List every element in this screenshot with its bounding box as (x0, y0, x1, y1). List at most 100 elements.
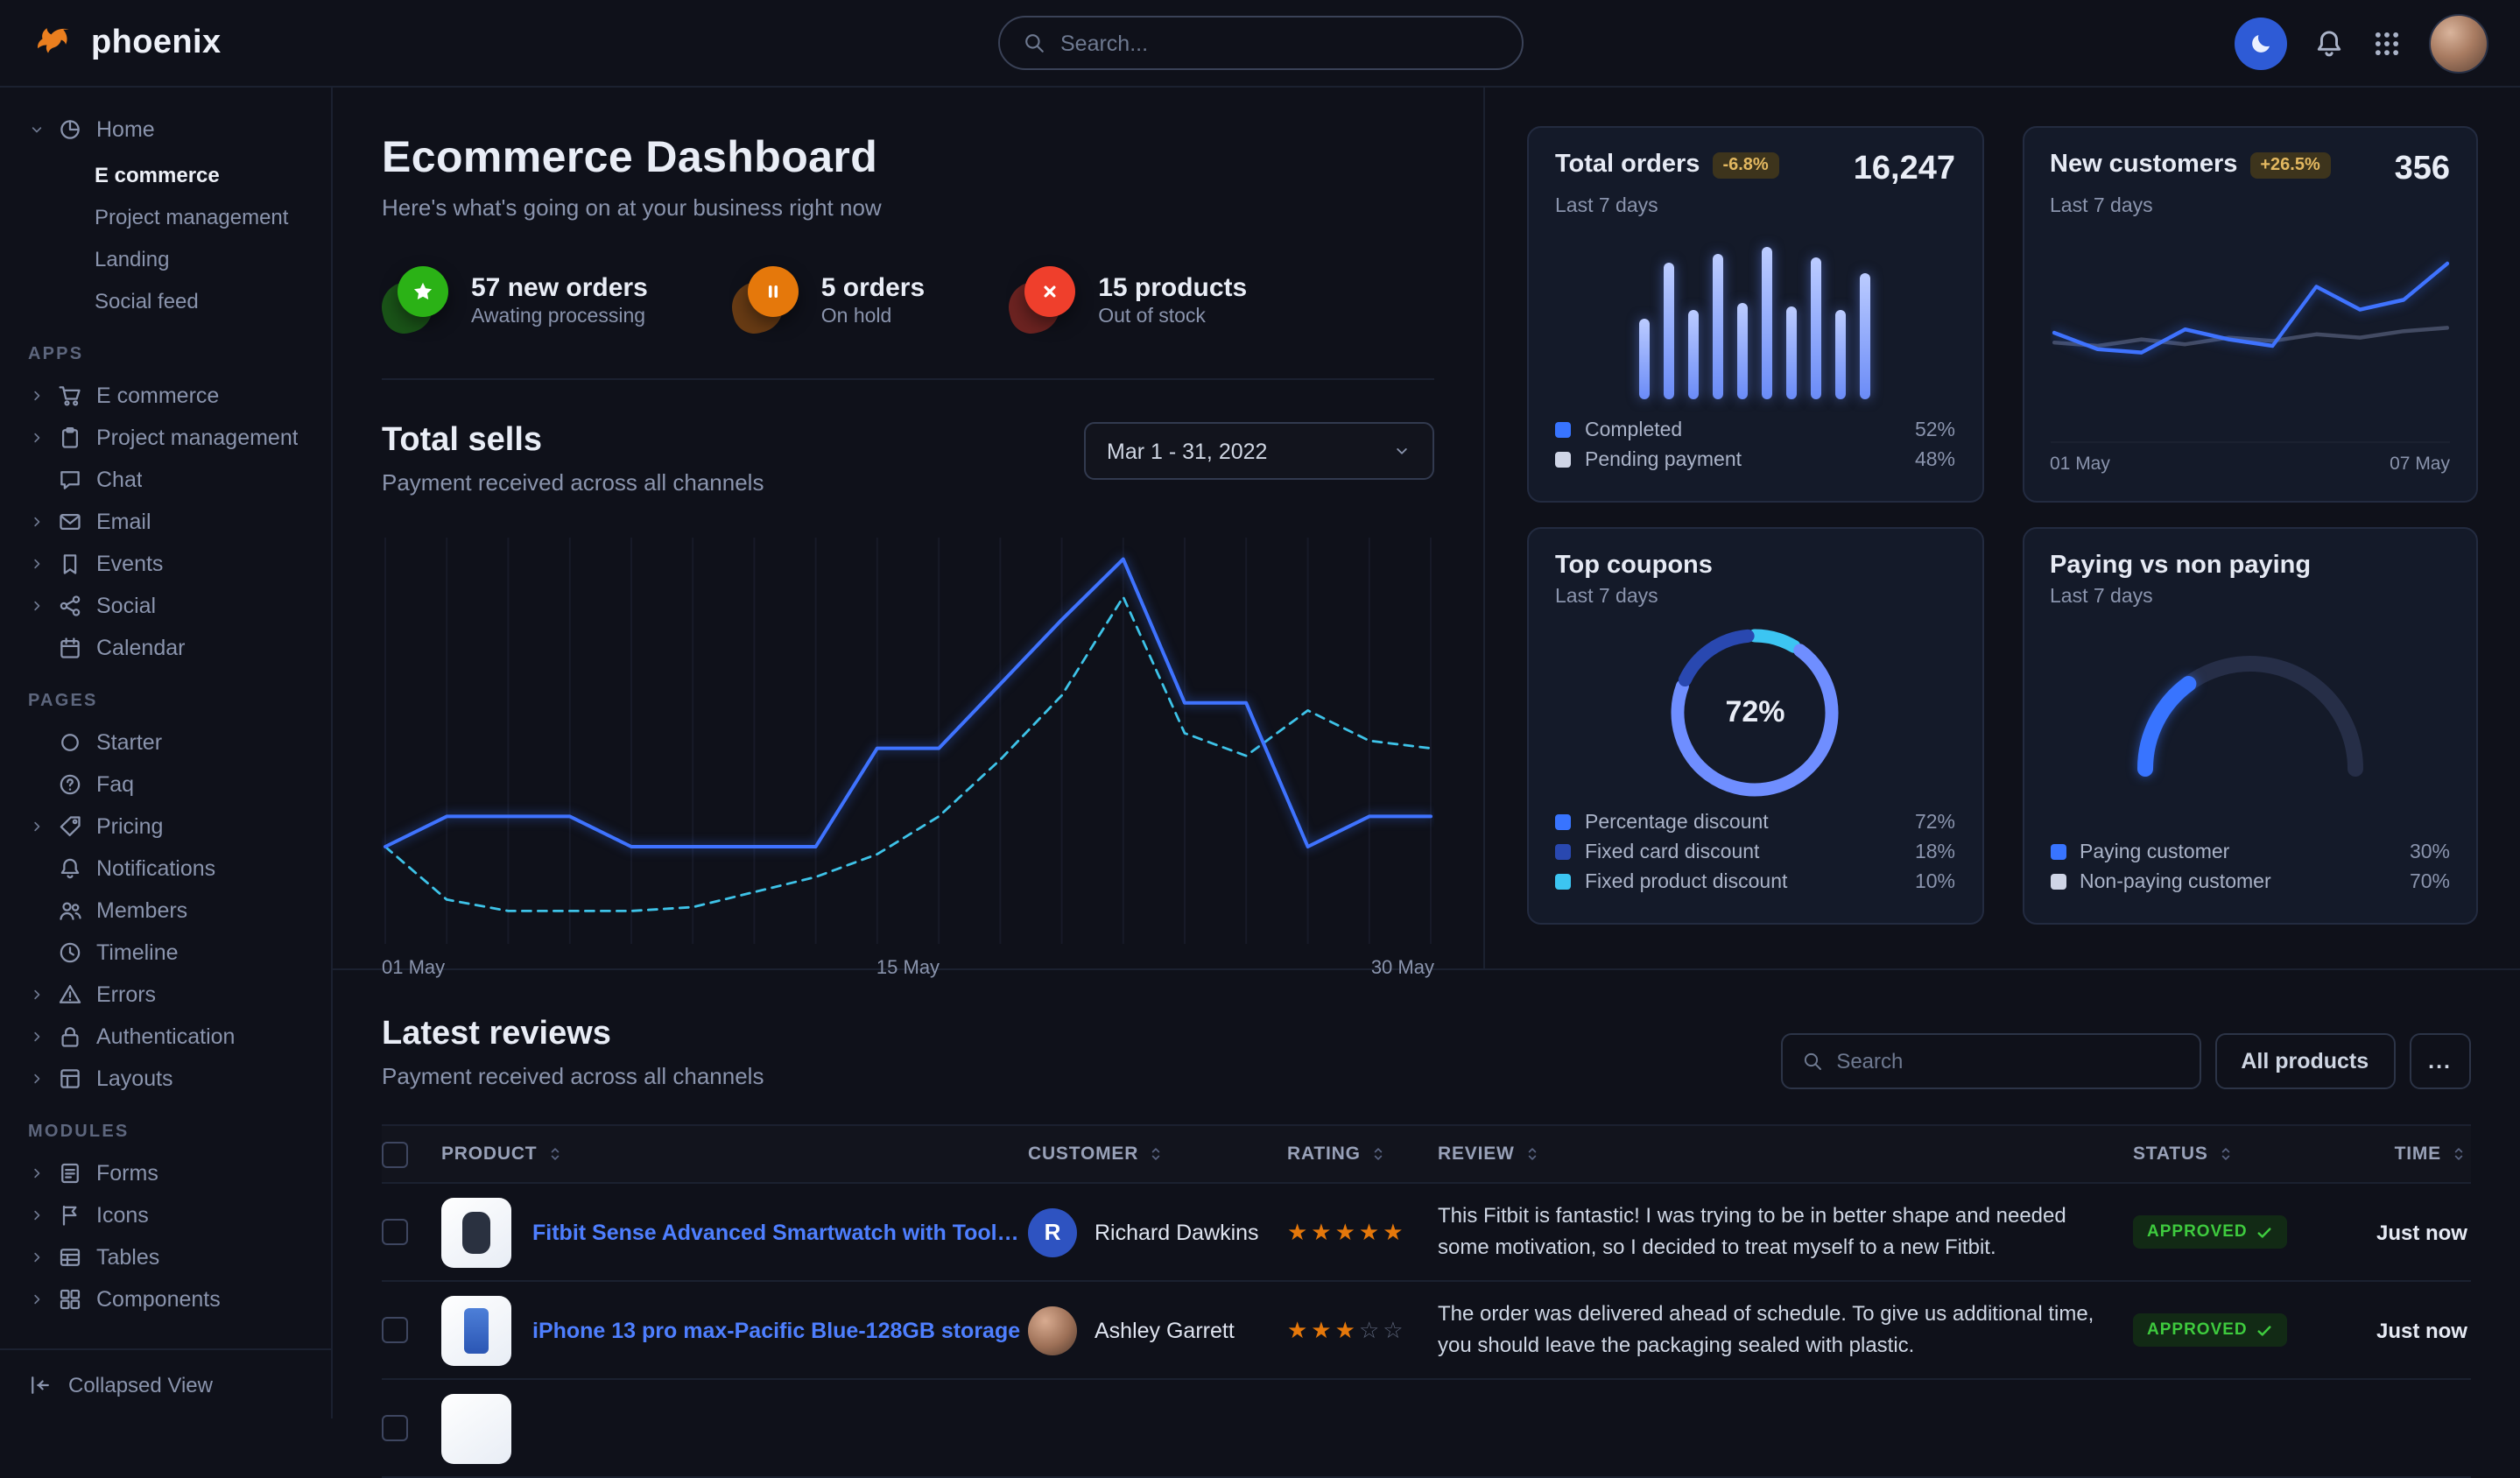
search-input[interactable] (1060, 31, 1498, 55)
x-icon (1009, 266, 1075, 333)
card-title: New customers (2050, 151, 2237, 179)
sidebar-item-layouts[interactable]: Layouts (28, 1058, 313, 1100)
sidebar-item-e-commerce[interactable]: E commerce (28, 375, 313, 417)
brand-logo[interactable]: phoenix (32, 21, 222, 65)
column-header-status[interactable]: STATUS (2133, 1144, 2208, 1165)
sidebar-item-tables[interactable]: Tables (28, 1236, 313, 1278)
row-checkbox[interactable] (382, 1317, 408, 1343)
sidebar-item-timeline[interactable]: Timeline (28, 932, 313, 974)
stat-value: 57 new orders (471, 272, 648, 302)
all-products-button[interactable]: All products (2214, 1033, 2395, 1089)
sidebar-item-landing[interactable]: Landing (95, 238, 313, 280)
sidebar-item-members[interactable]: Members (28, 890, 313, 932)
sidebar-nav: HomeE commerceProject managementLandingS… (0, 88, 331, 1348)
sidebar-item-chat[interactable]: Chat (28, 459, 313, 501)
sidebar-item-label: Social (96, 594, 156, 618)
sidebar-item-project-management[interactable]: Project management (28, 417, 313, 459)
paying-vs-nonpaying-card: Paying vs non paying Last 7 days Paying … (2022, 527, 2478, 925)
sort-icon[interactable] (1524, 1145, 1541, 1163)
sort-icon[interactable] (1369, 1145, 1387, 1163)
dashboard-left-column: Ecommerce Dashboard Here's what's going … (333, 88, 1483, 968)
collapse-view-button[interactable]: Collapsed View (0, 1348, 331, 1418)
clock-icon (58, 940, 82, 965)
sidebar-item-forms[interactable]: Forms (28, 1152, 313, 1194)
column-header-customer[interactable]: CUSTOMER (1028, 1144, 1138, 1165)
sidebar-item-home[interactable]: Home (28, 109, 313, 151)
spacer (28, 944, 46, 961)
spacer (28, 471, 46, 489)
sidebar-item-social-feed[interactable]: Social feed (95, 280, 313, 322)
notifications-bell-icon[interactable] (2313, 27, 2345, 59)
sidebar-item-authentication[interactable]: Authentication (28, 1016, 313, 1058)
date-range-value: Mar 1 - 31, 2022 (1107, 439, 1267, 463)
card-period: Last 7 days (1555, 196, 1955, 217)
row-checkbox[interactable] (382, 1219, 408, 1245)
sidebar-item-label: Chat (96, 468, 143, 492)
sidebar-item-label: Home (96, 117, 155, 142)
sidebar-item-label: Email (96, 510, 151, 534)
customer-name[interactable]: Ashley Garrett (1095, 1318, 1235, 1342)
sidebar-item-project-management[interactable]: Project management (95, 196, 313, 238)
sidebar-item-starter[interactable]: Starter (28, 721, 313, 764)
user-avatar[interactable] (2429, 13, 2488, 73)
latest-reviews-header: Latest reviews Payment received across a… (382, 1016, 2471, 1089)
total-orders-card: Total orders -6.8% 16,247 Last 7 days Co… (1527, 126, 1983, 503)
row-checkbox[interactable] (382, 1415, 408, 1441)
circle-icon (58, 730, 82, 755)
column-header-review[interactable]: REVIEW (1438, 1144, 1515, 1165)
select-all-checkbox[interactable] (382, 1141, 408, 1167)
sidebar-item-errors[interactable]: Errors (28, 974, 313, 1016)
legend-item: Fixed product discount10% (1555, 867, 1955, 897)
new-customers-card: New customers +26.5% 356 Last 7 days 01 … (2022, 126, 2478, 503)
more-options-button[interactable]: ... (2409, 1033, 2471, 1089)
theme-toggle-button[interactable] (2235, 17, 2287, 69)
date-range-select[interactable]: Mar 1 - 31, 2022 (1084, 422, 1434, 480)
sidebar-item-e-commerce[interactable]: E commerce (95, 154, 313, 196)
legend-label: Fixed product discount (1585, 871, 1787, 892)
reviews-search-input[interactable] (1836, 1049, 2179, 1073)
sort-icon[interactable] (2450, 1145, 2467, 1163)
column-header-product[interactable]: PRODUCT (441, 1144, 537, 1165)
column-header-time[interactable]: TIME (2395, 1144, 2441, 1165)
table-icon (58, 1245, 82, 1270)
reviews-controls: All products ... (1780, 1033, 2471, 1089)
sidebar-item-label: Tables (96, 1245, 159, 1270)
sidebar-item-faq[interactable]: Faq (28, 764, 313, 806)
sidebar-item-label: Timeline (96, 940, 179, 965)
product-link[interactable]: Fitbit Sense Advanced Smartwatch with To… (532, 1220, 1028, 1244)
apps-grid-icon[interactable] (2371, 27, 2403, 59)
sidebar-item-label: Layouts (96, 1066, 173, 1091)
sort-icon[interactable] (2217, 1145, 2235, 1163)
sort-icon[interactable] (546, 1145, 563, 1163)
reviews-search[interactable] (1780, 1033, 2200, 1089)
column-header-rating[interactable]: RATING (1287, 1144, 1361, 1165)
sidebar-item-email[interactable]: Email (28, 501, 313, 543)
table-row (382, 1380, 2471, 1478)
top-coupons-card: Top coupons Last 7 days 72% Percentage d… (1527, 527, 1983, 925)
legend-value: 48% (1915, 449, 1955, 470)
sidebar-home-children: E commerceProject managementLandingSocia… (28, 154, 313, 322)
sidebar-item-calendar[interactable]: Calendar (28, 627, 313, 669)
forms-icon (58, 1161, 82, 1186)
chevron-right-icon (28, 1070, 46, 1087)
global-search[interactable] (997, 16, 1523, 70)
sort-icon[interactable] (1147, 1145, 1165, 1163)
sidebar-item-icons[interactable]: Icons (28, 1194, 313, 1236)
divider (382, 378, 1434, 380)
sidebar-item-pricing[interactable]: Pricing (28, 806, 313, 848)
x-tick: 07 May (2390, 454, 2450, 475)
customer-name[interactable]: Richard Dawkins (1095, 1220, 1259, 1244)
legend-label: Fixed card discount (1585, 841, 1759, 862)
sidebar-item-events[interactable]: Events (28, 543, 313, 585)
sidebar-item-components[interactable]: Components (28, 1278, 313, 1320)
sidebar-item-social[interactable]: Social (28, 585, 313, 627)
card-period: Last 7 days (1555, 587, 1955, 608)
chevron-down-icon (1392, 441, 1411, 461)
latest-reviews-subtitle: Payment received across all channels (382, 1063, 764, 1089)
paying-gauge-chart (2110, 625, 2390, 786)
flag-icon (58, 1203, 82, 1228)
product-link[interactable]: iPhone 13 pro max-Pacific Blue-128GB sto… (532, 1318, 1020, 1342)
sidebar-item-label: Errors (96, 982, 156, 1007)
legend-item: Non-paying customer70% (2050, 867, 2450, 897)
sidebar-item-notifications[interactable]: Notifications (28, 848, 313, 890)
